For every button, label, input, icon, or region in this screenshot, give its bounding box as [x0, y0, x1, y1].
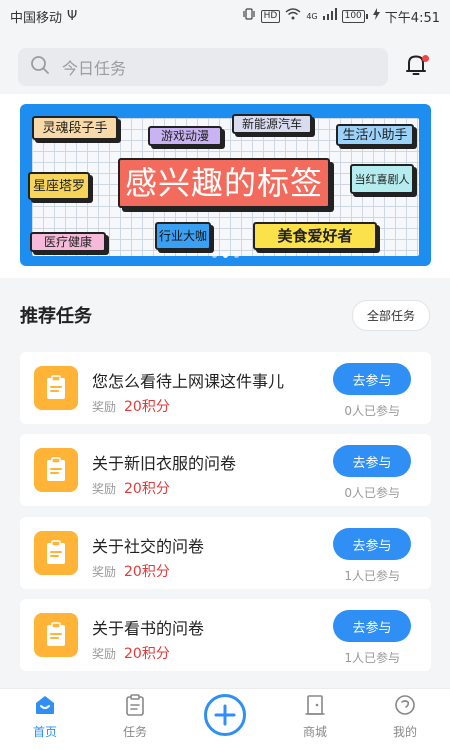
task-card[interactable]: 关于新旧衣服的问卷 奖励 20积分 去参与 0人已参与 — [20, 434, 431, 506]
nav-mine-label: 我的 — [392, 725, 417, 739]
task-reward: 奖励 20积分 — [92, 643, 170, 663]
profile-icon — [394, 694, 416, 719]
bottom-nav: 首页 任务 商城 我的 — [0, 688, 450, 750]
task-reward: 奖励 20积分 — [92, 396, 170, 416]
clock: 下午4:51 — [384, 10, 440, 26]
reward-points: 20积分 — [124, 399, 170, 415]
clipboard-icon — [34, 448, 78, 492]
task-reward: 奖励 20积分 — [92, 561, 170, 581]
task-list-icon — [125, 694, 145, 719]
nav-tasks-label: 任务 — [122, 725, 147, 739]
search-input[interactable]: 今日任务 — [18, 48, 388, 86]
clipboard-icon — [34, 366, 78, 410]
nav-add[interactable] — [180, 694, 270, 740]
participant-count: 1人已参与 — [344, 569, 400, 583]
battery-icon: 100 — [341, 9, 368, 23]
nav-home[interactable]: 首页 — [0, 694, 90, 740]
banner-tag: 当红喜剧人 — [350, 164, 414, 194]
carousel-dot[interactable] — [223, 253, 228, 258]
home-icon — [34, 694, 56, 719]
task-card[interactable]: 关于看书的问卷 奖励 20积分 去参与 1人已参与 — [20, 599, 431, 671]
all-tasks-button[interactable]: 全部任务 — [351, 299, 430, 331]
clipboard-icon — [34, 531, 78, 575]
join-button[interactable]: 去参与 — [333, 610, 411, 642]
reward-label: 奖励 — [92, 481, 117, 496]
carrier-label: 中国移动 — [10, 10, 63, 26]
task-title: 关于社交的问卷 — [92, 537, 205, 556]
reward-points: 20积分 — [124, 564, 170, 580]
banner-tag: 美食爱好者 — [253, 222, 377, 250]
banner-main-tag: 感兴趣的标签 — [118, 158, 330, 208]
participant-count: 0人已参与 — [344, 404, 400, 418]
reward-label: 奖励 — [92, 646, 117, 661]
wifi-icon — [285, 8, 301, 24]
vibrate-icon — [242, 8, 256, 24]
section-title: 推荐任务 — [20, 306, 92, 327]
section-header: 推荐任务 全部任务 — [0, 288, 450, 342]
banner-tag: 新能源汽车 — [232, 114, 312, 134]
carousel-dot[interactable] — [234, 253, 239, 258]
task-card[interactable]: 关于社交的问卷 奖励 20积分 去参与 1人已参与 — [20, 517, 431, 589]
banner-area: 灵魂段子手 游戏动漫 新能源汽车 生活小助手 感兴趣的标签 星座塔罗 当红喜剧人… — [0, 94, 450, 278]
join-button[interactable]: 去参与 — [333, 445, 411, 477]
search-icon — [30, 55, 50, 79]
signal-icon — [322, 8, 337, 24]
search-row: 今日任务 — [0, 44, 450, 90]
banner-tag: 行业大咖 — [155, 222, 211, 250]
reward-points: 20积分 — [124, 646, 170, 662]
reward-points: 20积分 — [124, 481, 170, 497]
shop-door-icon — [305, 694, 325, 719]
notification-badge — [422, 55, 429, 62]
network-type: 4G — [306, 11, 318, 21]
participant-count: 1人已参与 — [344, 651, 400, 665]
nav-home-label: 首页 — [32, 725, 57, 739]
nav-mine[interactable]: 我的 — [360, 694, 450, 740]
nav-mall[interactable]: 商城 — [270, 694, 360, 740]
search-placeholder: 今日任务 — [62, 59, 127, 78]
join-button[interactable]: 去参与 — [333, 363, 411, 395]
banner-tag: 游戏动漫 — [148, 126, 222, 146]
task-title: 关于新旧衣服的问卷 — [92, 454, 237, 473]
task-title: 关于看书的问卷 — [92, 619, 205, 638]
nav-tasks[interactable]: 任务 — [90, 694, 180, 740]
hd-icon: HD — [260, 9, 281, 23]
carousel-dot[interactable] — [212, 253, 217, 258]
banner-tag: 生活小助手 — [336, 124, 414, 146]
banner-tag: 医疗健康 — [30, 232, 106, 252]
charging-icon — [372, 8, 380, 24]
usb-icon: Ψ — [67, 8, 78, 24]
notification-bell-button[interactable] — [402, 53, 430, 81]
participant-count: 0人已参与 — [344, 486, 400, 500]
carousel-indicator — [20, 253, 431, 258]
task-card[interactable]: 您怎么看待上网课这件事儿 奖励 20积分 去参与 0人已参与 — [20, 352, 431, 424]
recommended-tasks-section: 推荐任务 全部任务 您怎么看待上网课这件事儿 奖励 20积分 去参与 0人已参与… — [0, 288, 450, 688]
clipboard-icon — [34, 613, 78, 657]
battery-level: 100 — [341, 9, 365, 23]
nav-mall-label: 商城 — [302, 725, 327, 739]
add-icon — [204, 694, 246, 736]
banner-tag: 星座塔罗 — [28, 172, 90, 200]
status-bar: 中国移动 Ψ HD 4G 100 下午4:51 — [0, 0, 450, 32]
banner-tag: 灵魂段子手 — [32, 116, 118, 140]
task-reward: 奖励 20积分 — [92, 478, 170, 498]
reward-label: 奖励 — [92, 399, 117, 414]
reward-label: 奖励 — [92, 564, 117, 579]
interest-tags-banner[interactable]: 灵魂段子手 游戏动漫 新能源汽车 生活小助手 感兴趣的标签 星座塔罗 当红喜剧人… — [20, 104, 431, 266]
join-button[interactable]: 去参与 — [333, 528, 411, 560]
task-title: 您怎么看待上网课这件事儿 — [92, 372, 285, 391]
